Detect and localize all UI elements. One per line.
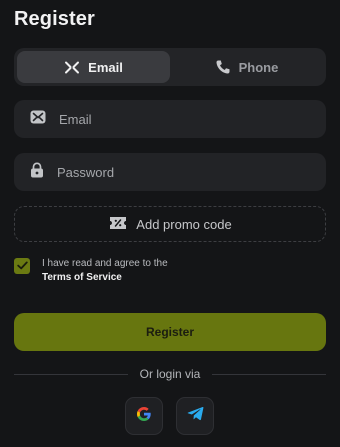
password-input[interactable] xyxy=(57,164,297,180)
auth-method-tabs: Email Phone xyxy=(14,48,326,86)
email-icon xyxy=(30,110,46,129)
telegram-icon xyxy=(187,406,204,426)
tab-phone-label: Phone xyxy=(238,59,279,75)
add-promo-code-button[interactable]: Add promo code xyxy=(14,206,326,242)
password-field-container xyxy=(14,153,326,191)
terms-checkbox[interactable] xyxy=(14,258,30,274)
login-divider: Or login via xyxy=(14,366,327,382)
tab-email-label: Email xyxy=(88,59,123,75)
lock-icon xyxy=(30,161,44,183)
tab-email[interactable]: Email xyxy=(17,51,170,83)
checkmark-icon xyxy=(16,257,28,275)
google-login-button[interactable] xyxy=(125,397,163,435)
terms-agreement: I have read and agree to the Terms of Se… xyxy=(14,257,168,285)
divider-text: Or login via xyxy=(139,367,201,381)
page-title: Register xyxy=(14,8,95,30)
promo-label: Add promo code xyxy=(136,216,232,232)
telegram-login-button[interactable] xyxy=(176,397,214,435)
email-icon xyxy=(64,61,80,74)
tab-phone[interactable]: Phone xyxy=(170,51,323,83)
ticket-icon xyxy=(108,215,128,234)
email-input[interactable] xyxy=(59,111,299,127)
email-field-container xyxy=(14,100,326,138)
terms-of-service-link[interactable]: Terms of Service xyxy=(42,271,168,285)
google-icon xyxy=(136,406,152,427)
register-button[interactable]: Register xyxy=(14,313,326,351)
divider-line-left xyxy=(14,373,128,375)
divider-line-right xyxy=(212,373,327,375)
terms-text: I have read and agree to the xyxy=(42,258,168,269)
phone-icon xyxy=(215,59,231,75)
